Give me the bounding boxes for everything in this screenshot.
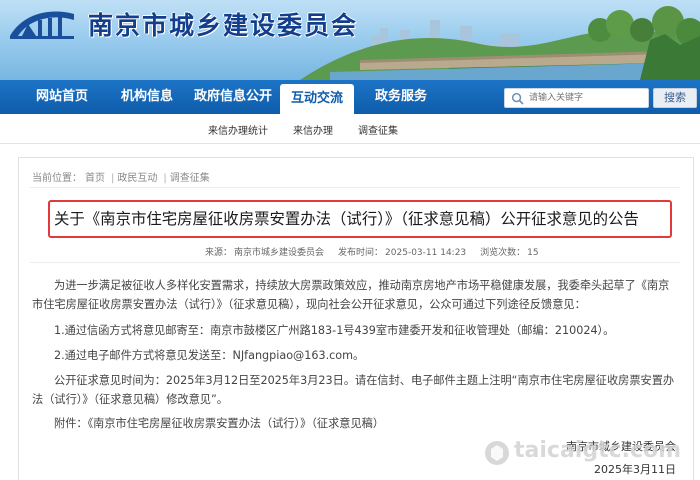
source-label: 来源： bbox=[205, 248, 233, 258]
breadcrumb: 当前位置： 首页 | 政民互动 | 调查征集 bbox=[32, 169, 213, 184]
subnav-item-letter-handling[interactable]: 来信办理 bbox=[293, 122, 333, 137]
breadcrumb-prefix: 当前位置： bbox=[32, 173, 82, 184]
article-paragraph: 市住宅房屋征收房票安置办法（试行）》（征求意见稿），现向社会公开征求意见，公众可… bbox=[32, 298, 586, 311]
article-paragraph: 1.通过信函方式将意见邮寄至：南京市鼓楼区广州路183-1号439室市建委开发和… bbox=[54, 324, 615, 337]
watermark-logo-icon bbox=[485, 441, 509, 465]
bridge-logo-icon bbox=[10, 11, 74, 39]
search-input[interactable] bbox=[529, 90, 645, 106]
site-title[interactable]: 南京市城乡建设委员会 bbox=[88, 6, 358, 42]
breadcrumb-item-interaction[interactable]: 政民互动 bbox=[117, 173, 157, 184]
breadcrumb-separator: | bbox=[163, 173, 167, 184]
breadcrumb-separator: | bbox=[111, 173, 115, 184]
breadcrumb-item-survey[interactable]: 调查征集 bbox=[170, 173, 210, 184]
subnav-item-letter-stats[interactable]: 来信办理统计 bbox=[208, 122, 268, 137]
views-value: 15 bbox=[527, 248, 539, 258]
attachment-link[interactable]: 附件：《南京市住宅房屋征收房票安置办法（试行）》（征求意见稿） bbox=[54, 414, 384, 433]
nav-item-institution[interactable]: 机构信息 bbox=[106, 80, 188, 114]
divider bbox=[30, 187, 680, 188]
watermark: taicaigtc.com bbox=[514, 438, 682, 463]
site-banner: 南京市城乡建设委员会 bbox=[0, 0, 700, 80]
time-value: 2025-03-11 14:23 bbox=[385, 248, 467, 258]
nav-item-gov-service[interactable]: 政务服务 bbox=[360, 80, 442, 114]
signature-date: 2025年3月11日 bbox=[594, 463, 676, 476]
divider bbox=[30, 262, 680, 263]
nav-item-interaction[interactable]: 互动交流 bbox=[280, 84, 354, 114]
source-value: 南京市城乡建设委员会 bbox=[234, 248, 325, 258]
article-title: 关于《南京市住宅房屋征收房票安置办法（试行）》（征求意见稿）公开征求意见的公告 bbox=[54, 210, 639, 228]
article-paragraph: 为进一步满足被征收人多样化安置需求，持续放大房票政策效应，推动南京房地产市场平稳… bbox=[54, 279, 670, 292]
article-meta: 来源： 南京市城乡建设委员会 发布时间： 2025-03-11 14:23 浏览次数： 1… bbox=[205, 245, 541, 258]
subnav-item-survey[interactable]: 调查征集 bbox=[358, 122, 398, 137]
views-label: 浏览次数： bbox=[480, 248, 526, 258]
time-label: 发布时间： bbox=[338, 248, 384, 258]
article-paragraph: 公开征求意见时间为：2025年3月12日至2025年3月23日。请在信封、电子邮… bbox=[54, 374, 675, 387]
search-button[interactable]: 搜索 bbox=[653, 88, 697, 108]
sub-nav: 来信办理统计 来信办理 调查征集 bbox=[0, 114, 700, 144]
article-paragraph: 法（试行）》（征求意见稿）修改意见”。 bbox=[32, 393, 228, 406]
search-icon bbox=[511, 92, 524, 105]
breadcrumb-item-home[interactable]: 首页 bbox=[85, 173, 105, 184]
search-box bbox=[504, 88, 649, 108]
nav-item-home[interactable]: 网站首页 bbox=[22, 80, 102, 114]
article-paragraph: 2.通过电子邮件方式将意见发送至：NJfangpiao@163.com。 bbox=[54, 349, 365, 362]
nav-item-gov-info[interactable]: 政府信息公开 bbox=[188, 80, 278, 114]
